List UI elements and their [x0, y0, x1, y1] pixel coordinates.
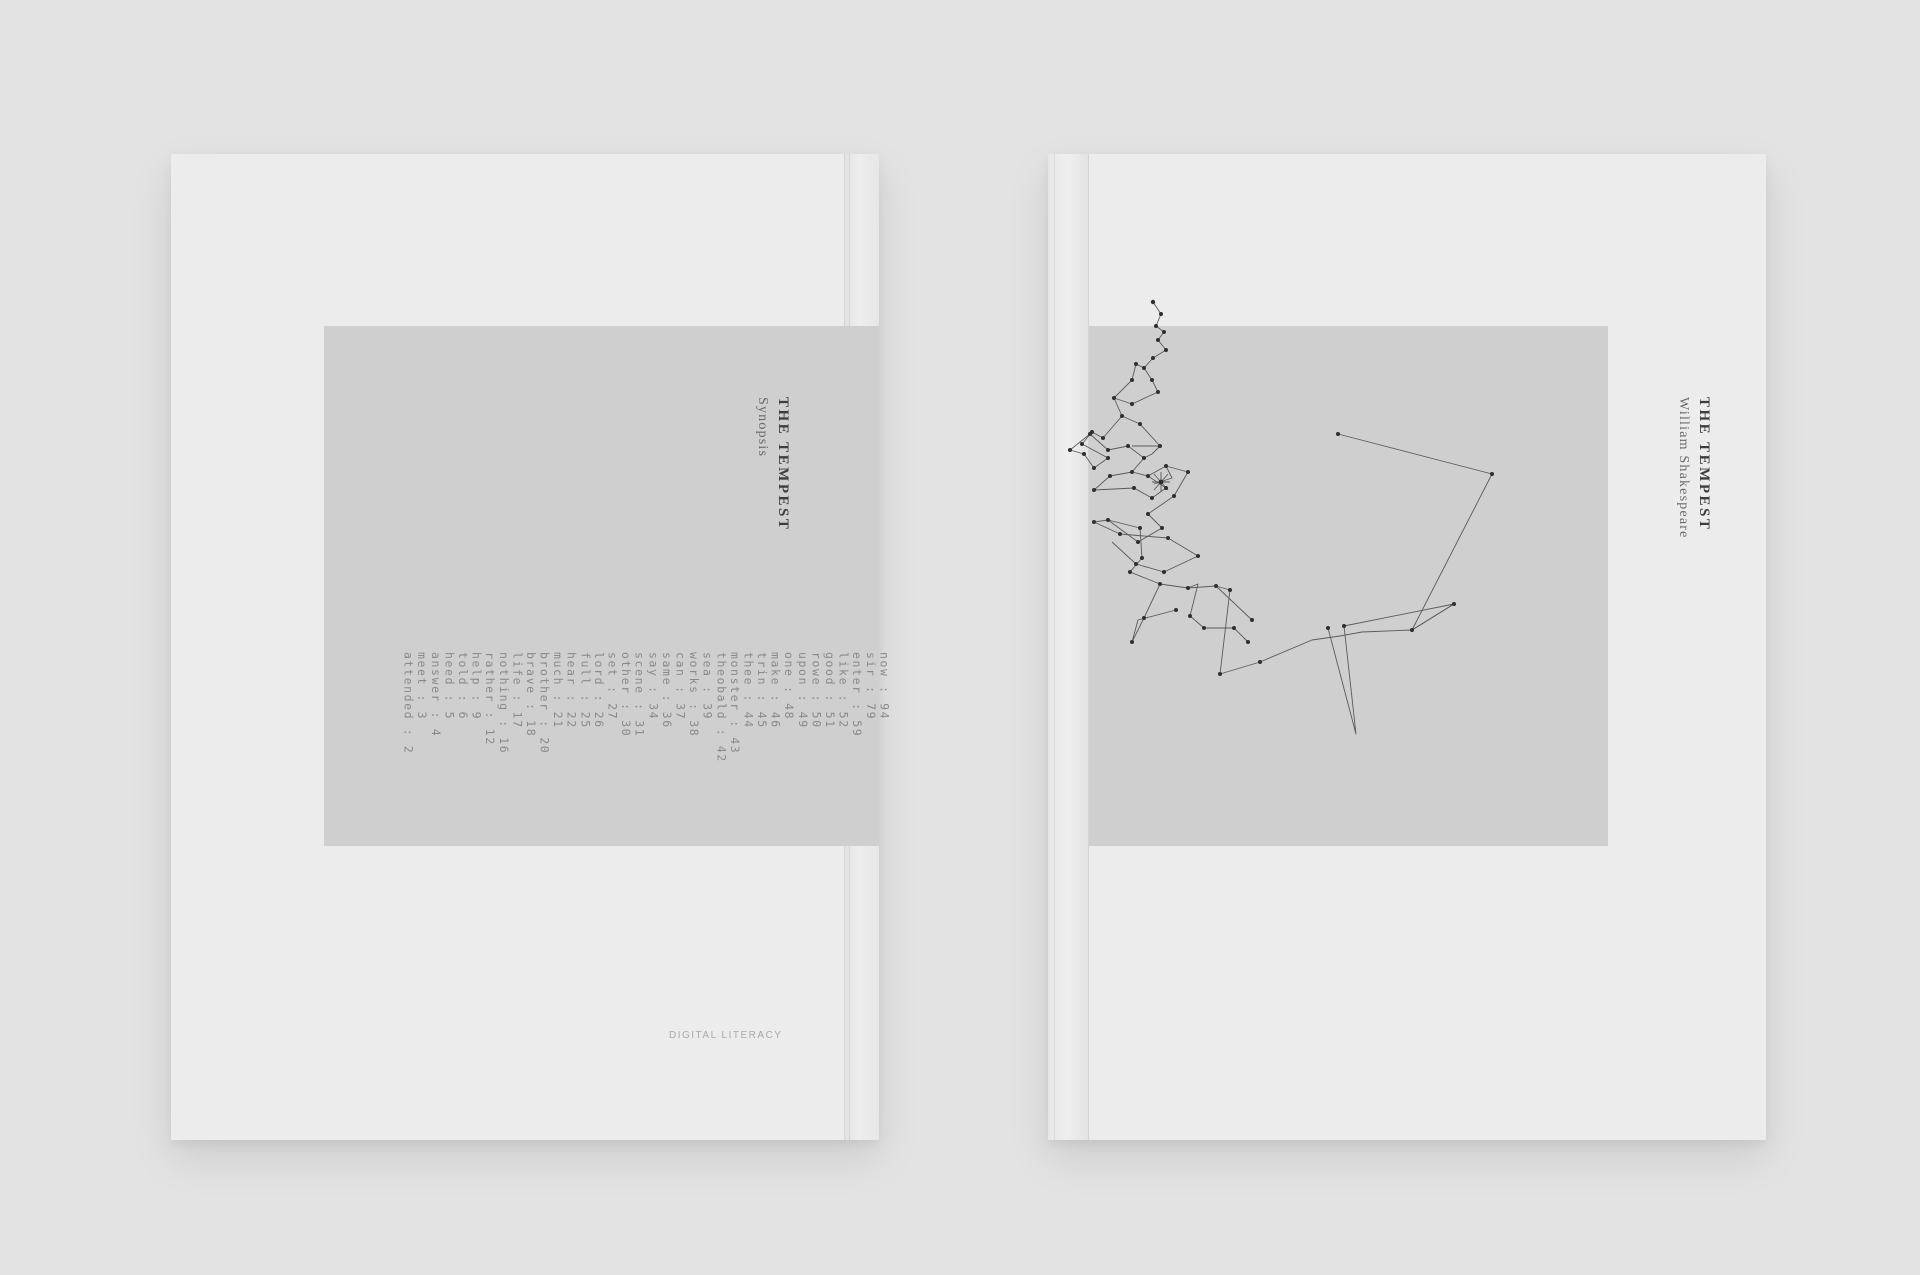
word-count-item: life : 17	[510, 652, 525, 729]
word-count-item: lord : 26	[591, 652, 606, 729]
word-count-item: answer : 4	[428, 652, 443, 738]
word-count-item: like : 52	[836, 652, 851, 729]
back-cover-title-block: THE TEMPEST Synopsis	[754, 397, 791, 531]
word-count-item: much : 21	[551, 652, 566, 729]
word-count-item: brave : 18	[523, 652, 538, 738]
word-count-item: trin : 45	[755, 652, 770, 729]
word-count-item: heed : 5	[442, 652, 457, 721]
back-cover: THE TEMPEST Synopsis now : 94 sir : 79 ent…	[171, 154, 891, 1140]
front-cover-title: THE TEMPEST	[1696, 397, 1712, 532]
word-count-item: rowe : 50	[809, 652, 824, 729]
word-count-item: theobald : 42	[714, 652, 729, 763]
word-count-item: enter : 59	[850, 652, 865, 738]
word-count-item: same : 36	[659, 652, 674, 729]
word-count-item: can : 37	[673, 652, 688, 721]
front-cover-title-block: THE TEMPEST William Shakespeare	[1675, 397, 1712, 539]
front-cover-author: William Shakespeare	[1676, 397, 1691, 539]
word-count-item: make : 46	[768, 652, 783, 729]
back-cover-subtitle: Synopsis	[755, 397, 770, 458]
word-count-item: help : 9	[469, 652, 484, 721]
word-count-item: sea : 39	[700, 652, 715, 721]
word-count-item: say : 34	[646, 652, 661, 721]
word-count-item: sir : 79	[863, 652, 878, 721]
back-cover-title: THE TEMPEST	[775, 397, 791, 532]
word-count-item: scene : 31	[632, 652, 647, 738]
word-count-item: monster : 43	[727, 652, 742, 755]
word-count-item: brother : 20	[537, 652, 552, 755]
word-count-item: upon : 49	[795, 652, 810, 729]
front-cover: THE TEMPEST William Shakespeare	[1048, 154, 1766, 1140]
word-count-item: hear : 22	[564, 652, 579, 729]
word-count-item: other : 30	[619, 652, 634, 738]
word-count-item: attended : 2	[401, 652, 416, 755]
word-count-item: told : 6	[455, 652, 470, 721]
book-mockup-scene: THE TEMPEST Synopsis now : 94 sir : 79 ent…	[0, 0, 1920, 1275]
word-count-item: good : 51	[823, 652, 837, 729]
word-count-item: set : 27	[605, 652, 620, 721]
word-count-item: works : 38	[687, 652, 702, 738]
word-count-item: thee : 44	[741, 652, 756, 729]
word-count-item: meet : 3	[415, 652, 430, 721]
word-count-item: now : 94	[877, 652, 892, 721]
brand-label: DIGITAL LITERACY	[669, 1030, 783, 1041]
constellation-graphic	[1068, 299, 1494, 735]
word-count-item: full : 25	[578, 652, 593, 729]
word-count-item: one : 48	[782, 652, 797, 721]
word-count-item: nothing : 16	[496, 652, 511, 755]
word-frequency-list: now : 94 sir : 79 enter : 59 like : 52 good …	[401, 652, 892, 912]
word-count-item: rather : 12	[483, 652, 498, 746]
